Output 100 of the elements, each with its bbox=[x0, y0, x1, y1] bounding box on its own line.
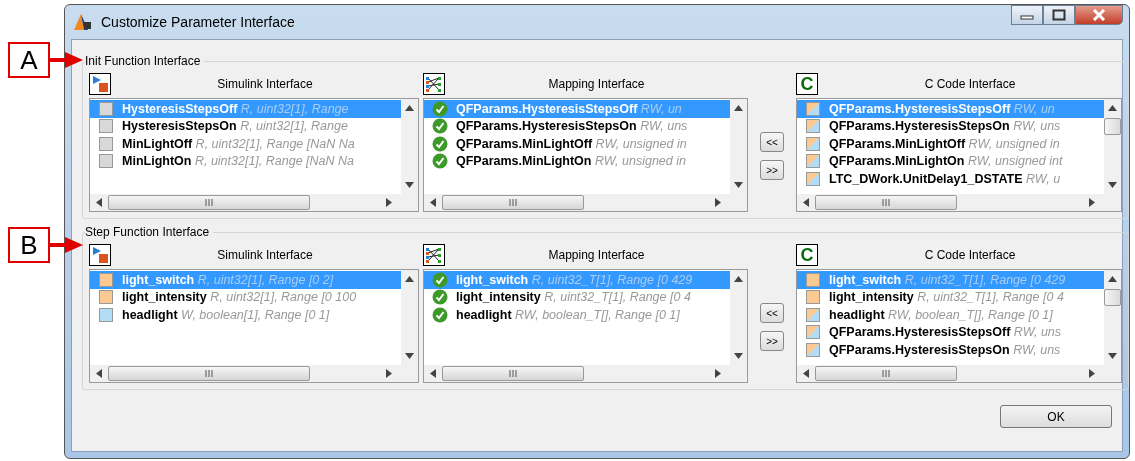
network-icon bbox=[423, 73, 445, 95]
scroll-left-icon bbox=[430, 369, 436, 378]
scroll-down-icon bbox=[1108, 182, 1117, 188]
item-text: MinLightOn R, uint32[1], Range [NaN Na bbox=[122, 154, 355, 169]
list-item[interactable]: MinLightOff R, uint32[1], Range [NaN Na bbox=[90, 135, 401, 153]
scroll-left-icon bbox=[803, 369, 809, 378]
scroll-thumb[interactable] bbox=[1104, 118, 1121, 135]
check-icon bbox=[432, 153, 448, 170]
horizontal-scrollbar[interactable] bbox=[90, 194, 418, 211]
list-item[interactable]: QFParams.MinLightOff RW, unsigned in bbox=[424, 135, 730, 153]
scroll-up-icon bbox=[734, 276, 743, 282]
list-item[interactable]: QFParams.MinLightOn RW, unsigned in bbox=[424, 152, 730, 170]
callout-label: B bbox=[8, 227, 50, 263]
move-button[interactable]: >> bbox=[760, 160, 784, 180]
grip-icon bbox=[204, 370, 214, 377]
list-item[interactable]: light_intensity R, uint32_T[1], Range [0 4 bbox=[424, 288, 730, 306]
grip-icon bbox=[204, 199, 214, 206]
panel-title: Mapping Interface bbox=[547, 77, 646, 91]
move-button[interactable]: >> bbox=[760, 331, 784, 351]
list-item[interactable]: MinLightOn R, uint32[1], Range [NaN Na bbox=[90, 152, 401, 170]
list-item[interactable]: headlight RW, boolean_T[], Range [0 1] bbox=[424, 306, 730, 324]
item-text: QFParams.MinLightOff RW, unsigned in bbox=[829, 136, 1060, 151]
vertical-scrollbar[interactable] bbox=[730, 99, 747, 194]
item-text: light_intensity R, uint32[1], Range [0 100 bbox=[122, 290, 357, 305]
item-text: QFParams.HysteresisStepsOn RW, uns bbox=[456, 119, 688, 134]
list-item[interactable]: QFParams.HysteresisStepsOn RW, uns bbox=[797, 117, 1104, 135]
scroll-right-icon bbox=[715, 198, 721, 207]
minimize-button[interactable] bbox=[1011, 5, 1043, 25]
model-icon bbox=[89, 73, 111, 95]
list-item[interactable]: light_intensity R, uint32[1], Range [0 100 bbox=[90, 288, 401, 306]
ok-button[interactable]: OK bbox=[1000, 405, 1112, 428]
item-text: light_switch R, uint32[1], Range [0 2] bbox=[122, 272, 334, 287]
close-icon bbox=[1092, 9, 1106, 21]
scroll-thumb[interactable] bbox=[1104, 289, 1121, 306]
panel-title: Simulink Interface bbox=[216, 248, 314, 262]
item-text: light_switch R, uint32_T[1], Range [0 429 bbox=[456, 272, 693, 287]
item-text: headlight RW, boolean_T[], Range [0 1] bbox=[456, 307, 680, 322]
square-icon bbox=[98, 271, 114, 288]
vertical-scrollbar[interactable] bbox=[730, 270, 747, 365]
model-icon bbox=[89, 244, 111, 266]
list-item[interactable]: headlight RW, boolean_T[], Range [0 1] bbox=[797, 306, 1104, 324]
panel-title: C Code Interface bbox=[923, 248, 1017, 262]
horizontal-scrollbar[interactable] bbox=[424, 194, 747, 211]
square-icon bbox=[98, 135, 114, 152]
item-text: HysteresisStepsOff R, uint32[1], Range bbox=[122, 101, 349, 116]
item-text: HysteresisStepsOn R, uint32[1], Range bbox=[122, 119, 348, 134]
list-item[interactable]: HysteresisStepsOn R, uint32[1], Range bbox=[90, 117, 401, 135]
vertical-scrollbar[interactable] bbox=[401, 99, 418, 194]
split-square-icon bbox=[805, 324, 821, 341]
scroll-right-icon bbox=[715, 369, 721, 378]
horizontal-scrollbar[interactable] bbox=[797, 365, 1121, 382]
check-icon bbox=[432, 118, 448, 135]
vertical-scrollbar[interactable] bbox=[1104, 270, 1121, 365]
horizontal-scrollbar[interactable] bbox=[797, 194, 1121, 211]
item-text: QFParams.HysteresisStepsOff RW, uns bbox=[829, 325, 1062, 340]
item-text: light_intensity R, uint32_T[1], Range [0 4 bbox=[829, 290, 1064, 305]
square-icon bbox=[98, 289, 114, 306]
scroll-up-icon bbox=[1108, 276, 1117, 282]
split-square-icon bbox=[805, 341, 821, 358]
check-icon bbox=[432, 289, 448, 306]
list-item[interactable]: QFParams.MinLightOff RW, unsigned in bbox=[797, 135, 1104, 153]
list-item[interactable]: light_intensity R, uint32_T[1], Range [0 4 bbox=[797, 288, 1104, 306]
scroll-down-icon bbox=[1108, 353, 1117, 359]
square-icon bbox=[98, 100, 114, 117]
item-text: light_switch R, uint32_T[1], Range [0 429 bbox=[829, 272, 1066, 287]
item-text: headlight W, boolean[1], Range [0 1] bbox=[122, 307, 330, 322]
app-icon bbox=[73, 13, 93, 31]
item-text: headlight RW, boolean_T[], Range [0 1] bbox=[829, 307, 1053, 322]
move-button[interactable]: << bbox=[760, 132, 784, 152]
panel-title: C Code Interface bbox=[923, 77, 1017, 91]
square-icon bbox=[805, 289, 821, 306]
item-text: QFParams.HysteresisStepsOff RW, un bbox=[829, 101, 1055, 116]
check-icon bbox=[432, 135, 448, 152]
group-title: Init Function Interface bbox=[85, 54, 202, 68]
scroll-down-icon bbox=[405, 182, 414, 188]
maximize-button[interactable] bbox=[1043, 5, 1075, 25]
scroll-down-icon bbox=[405, 353, 414, 359]
grip-icon bbox=[508, 370, 518, 377]
list-item[interactable]: QFParams.MinLightOn RW, unsigned int bbox=[797, 152, 1104, 170]
scroll-up-icon bbox=[405, 105, 414, 111]
scroll-left-icon bbox=[430, 198, 436, 207]
close-button[interactable] bbox=[1075, 5, 1123, 25]
list-item[interactable]: headlight W, boolean[1], Range [0 1] bbox=[90, 306, 401, 324]
split-square-icon bbox=[805, 100, 821, 117]
list-item[interactable]: QFParams.HysteresisStepsOn RW, uns bbox=[424, 117, 730, 135]
list-item[interactable]: LTC_DWork.UnitDelay1_DSTATE RW, u bbox=[797, 170, 1104, 188]
list-item[interactable]: QFParams.HysteresisStepsOff RW, uns bbox=[797, 323, 1104, 341]
item-text: QFParams.MinLightOn RW, unsigned int bbox=[829, 154, 1063, 169]
item-text: MinLightOff R, uint32[1], Range [NaN Na bbox=[122, 136, 355, 151]
horizontal-scrollbar[interactable] bbox=[424, 365, 747, 382]
grip-icon bbox=[508, 199, 518, 206]
horizontal-scrollbar[interactable] bbox=[90, 365, 418, 382]
scroll-down-icon bbox=[734, 182, 743, 188]
grip-icon bbox=[881, 199, 891, 206]
move-button[interactable]: << bbox=[760, 303, 784, 323]
vertical-scrollbar[interactable] bbox=[1104, 99, 1121, 194]
item-text: light_intensity R, uint32_T[1], Range [0 4 bbox=[456, 290, 691, 305]
scroll-down-icon bbox=[734, 353, 743, 359]
list-item[interactable]: QFParams.HysteresisStepsOn RW, uns bbox=[797, 341, 1104, 359]
vertical-scrollbar[interactable] bbox=[401, 270, 418, 365]
